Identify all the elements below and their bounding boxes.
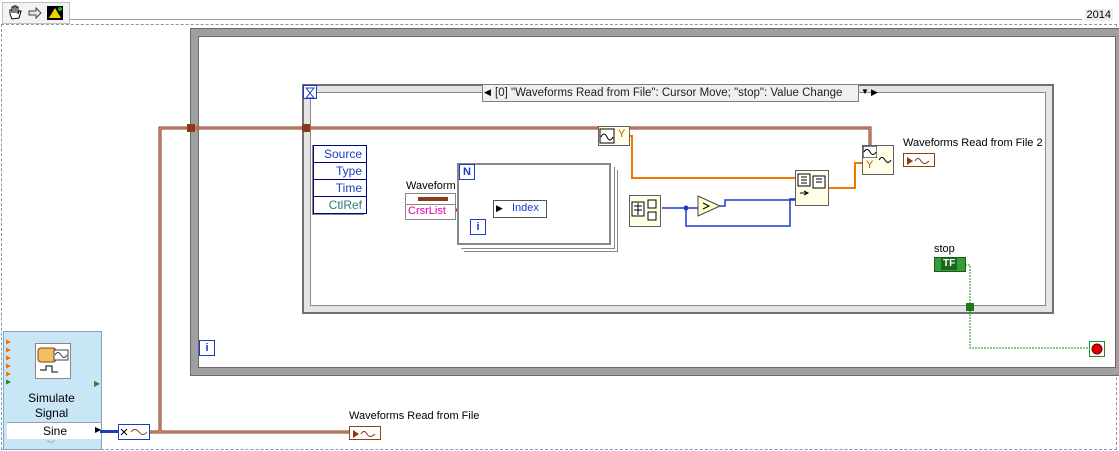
unbundle-index-node[interactable]: ▶ Index <box>493 200 547 218</box>
build-waveform-node[interactable]: Y <box>862 145 894 175</box>
simulate-signal-express-vi[interactable]: Simulate Signal Sine ▶ ︾ ▶ <box>3 331 102 450</box>
simulate-signal-icon <box>35 343 71 379</box>
dynamic-data-wire <box>100 430 118 433</box>
waveforms-read-from-file-label: Waveforms Read from File <box>349 410 480 422</box>
greater-than-node[interactable] <box>697 195 722 217</box>
y-label-right: Y <box>866 159 874 171</box>
waveforms-read-from-file-2-label: Waveforms Read from File 2 <box>903 137 1043 149</box>
waveforms-read-from-file-2-indicator[interactable] <box>903 153 935 167</box>
expand-arrow-icon[interactable]: ︾ <box>47 439 55 450</box>
signal-type-value: Sine <box>43 424 68 438</box>
get-waveform-y-node[interactable]: Y <box>598 126 630 146</box>
input-terminals <box>5 338 12 388</box>
simulate-signal-title-line2: Signal <box>34 406 69 420</box>
simulate-signal-title-line1: Simulate <box>28 391 75 405</box>
for-loop-count-terminal[interactable]: N <box>459 164 475 180</box>
crsrlist-label: CrsrList <box>408 205 446 217</box>
play-icon: ▶ <box>496 203 503 213</box>
loop-condition-terminal[interactable] <box>1089 341 1105 357</box>
waveform-ref-label: Waveform <box>406 180 456 192</box>
stop-label: stop <box>934 243 955 255</box>
stop-control[interactable]: TF <box>934 257 966 272</box>
replace-array-subset-node[interactable] <box>795 170 829 206</box>
waveforms-read-from-file-indicator[interactable] <box>349 426 381 440</box>
signal-type-selector[interactable]: Sine ▶ <box>7 422 101 439</box>
y-label-top: Y <box>618 128 626 140</box>
simulate-signal-title: Simulate Signal <box>4 391 99 421</box>
stop-value: TF <box>941 258 958 270</box>
array-min-max-node[interactable] <box>629 195 661 227</box>
index-label: Index <box>512 202 539 214</box>
for-loop-iteration-terminal[interactable]: i <box>470 219 486 235</box>
output-terminal-icon: ▶ <box>94 379 101 388</box>
property-node-crsrlist[interactable]: CrsrList <box>405 204 456 220</box>
convert-from-dynamic-data-node[interactable] <box>118 424 150 440</box>
